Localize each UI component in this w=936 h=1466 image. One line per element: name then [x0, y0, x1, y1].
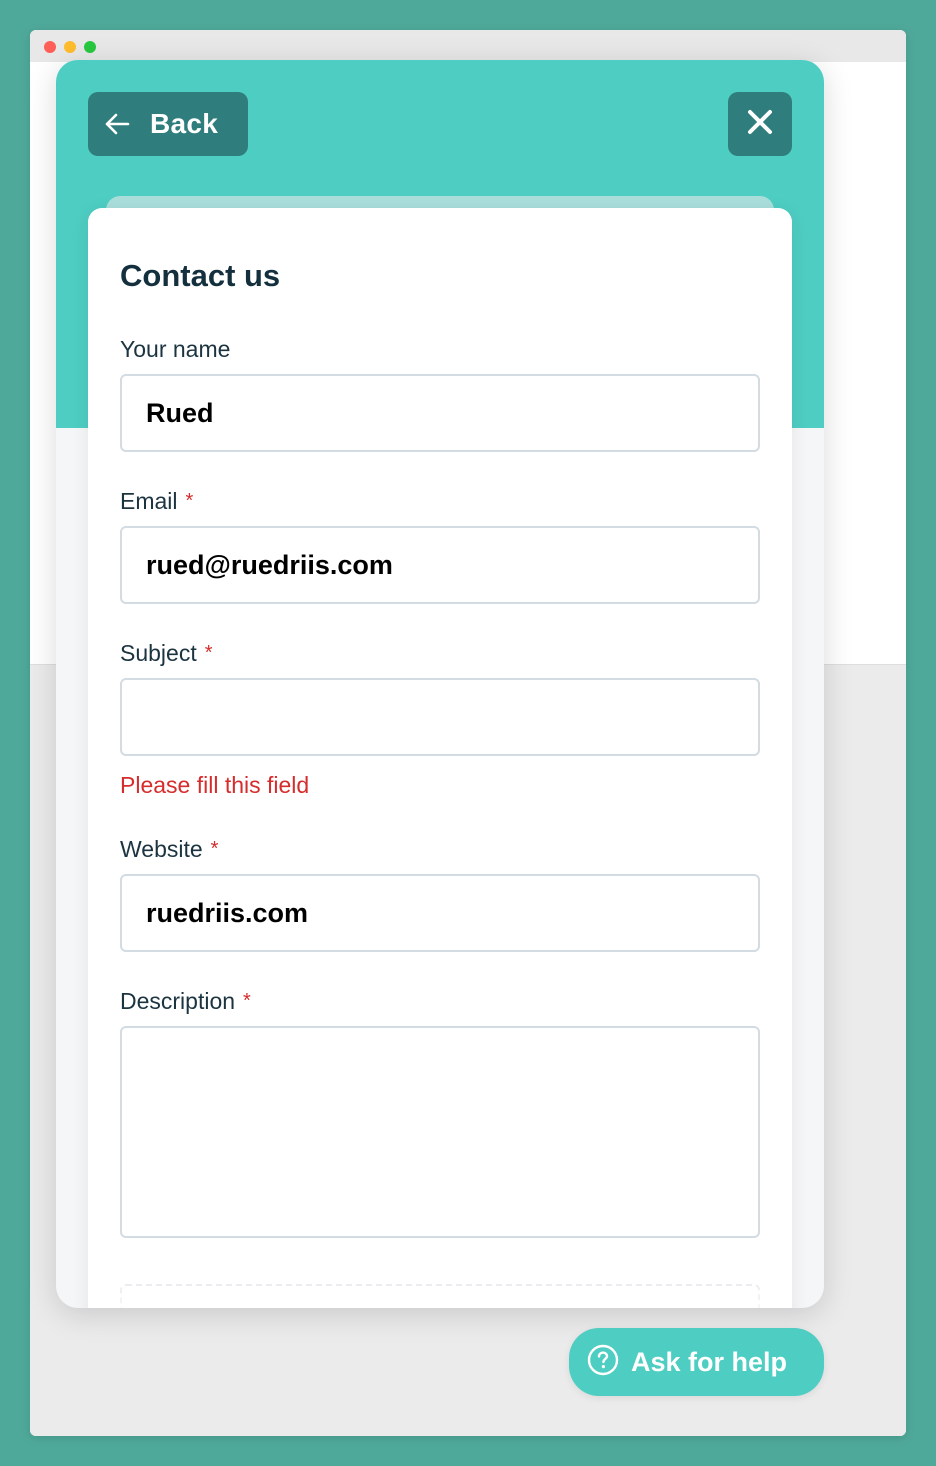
required-marker: *: [185, 490, 194, 512]
subject-field-group: Subject * Please fill this field: [120, 638, 760, 800]
description-label-text: Description: [120, 988, 236, 1014]
close-icon: [747, 109, 773, 140]
name-input[interactable]: [120, 374, 760, 452]
email-label: Email *: [120, 486, 760, 516]
required-marker: *: [243, 990, 251, 1012]
window-minimize-dot[interactable]: [64, 41, 76, 53]
form-title: Contact us: [120, 258, 281, 293]
contact-widget: Back Contact us Your name Email *: [56, 60, 824, 1308]
description-label: Description *: [120, 986, 760, 1016]
name-label: Your name: [120, 334, 760, 364]
required-marker: *: [210, 838, 219, 860]
name-field-group: Your name: [120, 334, 760, 452]
name-label-text: Your name: [120, 336, 231, 362]
description-textarea[interactable]: [120, 1026, 760, 1238]
arrow-left-icon: [102, 109, 132, 139]
website-input[interactable]: [120, 874, 760, 952]
scroll-fade: [88, 1248, 792, 1308]
website-label: Website *: [120, 834, 760, 864]
description-field-group: Description *: [120, 986, 760, 1238]
close-button[interactable]: [728, 92, 792, 156]
question-circle-icon: [587, 1344, 619, 1381]
ask-for-help-button[interactable]: Ask for help: [569, 1328, 824, 1396]
required-marker: *: [204, 642, 213, 664]
email-label-text: Email: [120, 488, 178, 514]
window-maximize-dot[interactable]: [84, 41, 96, 53]
ask-for-help-label: Ask for help: [631, 1346, 788, 1377]
email-input[interactable]: [120, 526, 760, 604]
email-field-group: Email *: [120, 486, 760, 604]
website-label-text: Website: [120, 836, 203, 862]
window-titlebar: [30, 30, 906, 62]
subject-input[interactable]: [120, 678, 760, 756]
back-button[interactable]: Back: [88, 92, 248, 156]
back-button-label: Back: [150, 108, 219, 139]
window-close-dot[interactable]: [44, 41, 56, 53]
website-field-group: Website *: [120, 834, 760, 952]
contact-form-card: Contact us Your name Email * Subject * Ple…: [88, 208, 792, 1308]
subject-label-text: Subject: [120, 640, 197, 666]
subject-label: Subject *: [120, 638, 760, 668]
subject-error-message: Please fill this field: [120, 772, 310, 798]
